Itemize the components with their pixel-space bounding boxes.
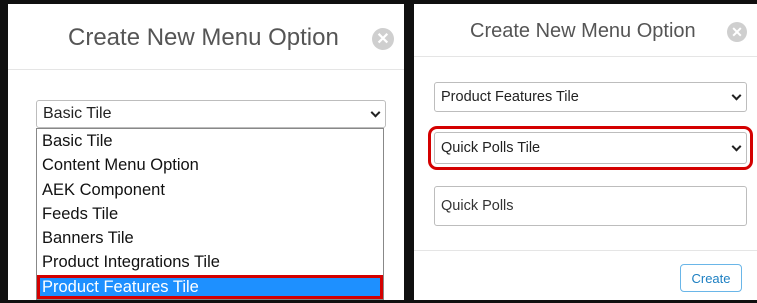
create-button[interactable]: Create [680, 264, 742, 292]
modal-title: Create New Menu Option [68, 24, 339, 51]
tile-select-value: Quick Polls Tile [441, 140, 541, 156]
header-divider [8, 69, 404, 70]
dropdown-option[interactable]: Banners Tile [37, 226, 383, 250]
menu-type-dropdown: Basic Tile Content Menu Option AEK Compo… [36, 128, 384, 300]
dropdown-option[interactable]: Product Integrations Tile [37, 250, 383, 274]
modal-title: Create New Menu Option [470, 20, 696, 42]
menu-type-select-value: Basic Tile [43, 105, 112, 122]
chevron-down-icon [731, 90, 742, 101]
dropdown-option[interactable]: AEK Component [37, 178, 383, 202]
dropdown-option[interactable]: Basic Tile [37, 129, 383, 153]
chevron-down-icon [731, 141, 742, 152]
close-icon[interactable]: ✕ [372, 28, 394, 50]
tile-type-select-value: Product Features Tile [441, 89, 579, 105]
chevron-down-icon [370, 107, 381, 118]
menu-type-select[interactable]: Basic Tile [36, 100, 386, 128]
create-menu-modal-right: Create New Menu Option ✕ Product Feature… [414, 4, 757, 300]
tile-select[interactable]: Quick Polls Tile [428, 126, 753, 170]
close-icon[interactable]: ✕ [727, 22, 747, 42]
header-divider [414, 56, 757, 57]
name-input-value: Quick Polls [441, 198, 514, 214]
dropdown-option-selected[interactable]: Product Features Tile [37, 274, 383, 300]
create-menu-modal-left: Create New Menu Option ✕ Basic Tile Basi… [8, 4, 404, 300]
tile-type-select[interactable]: Product Features Tile [434, 82, 747, 112]
name-input[interactable]: Quick Polls [434, 186, 747, 226]
footer-divider [414, 250, 757, 251]
dropdown-option[interactable]: Feeds Tile [37, 202, 383, 226]
dropdown-option[interactable]: Content Menu Option [37, 153, 383, 177]
